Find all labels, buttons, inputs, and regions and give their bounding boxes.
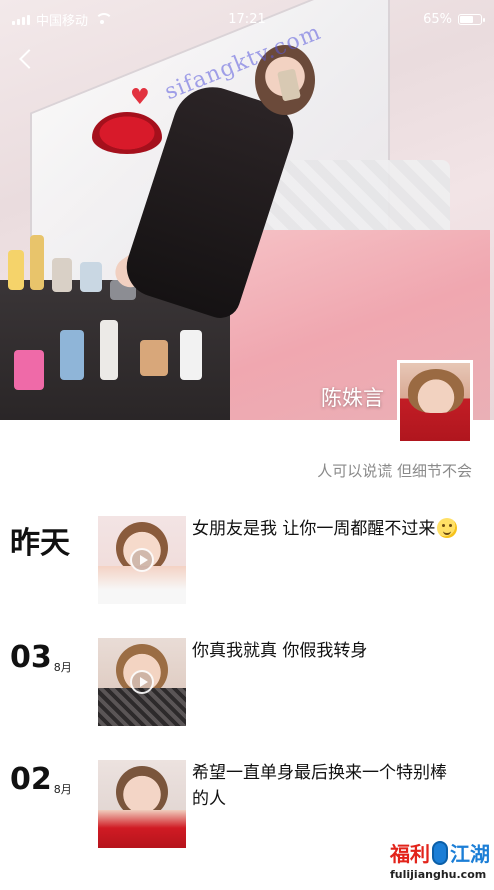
post-text: 你真我就真 你假我转身	[192, 641, 368, 661]
site-logo-domain: fulijianghu.com	[390, 868, 487, 881]
profile-signature: 人可以说谎 但细节不会	[317, 462, 472, 480]
battery-percent: 65%	[423, 11, 452, 27]
site-logo-mark: 福利 江湖	[390, 838, 490, 867]
thinking-emoji-icon	[437, 518, 458, 538]
post-date-label: 昨天	[10, 526, 70, 561]
moment-post[interactable]: 昨天 女朋友是我 让你一周都醒不过来	[0, 516, 494, 608]
signal-icon	[12, 13, 30, 25]
post-text: 希望一直单身最后换来一个特别棒的人	[192, 763, 447, 809]
cover-photo[interactable]: ♥ sifangktv.com	[0, 0, 494, 420]
back-icon[interactable]	[14, 48, 38, 72]
avatar-face-shape	[408, 369, 464, 413]
post-thumbnail[interactable]	[98, 638, 186, 726]
wifi-icon	[94, 13, 114, 25]
post-date: 02 8月	[10, 762, 72, 797]
site-logo-part2: 江湖	[450, 842, 490, 866]
lips-decor	[92, 112, 162, 154]
play-icon[interactable]	[130, 548, 154, 572]
status-bar: 中国移动 17:21 65%	[0, 0, 494, 38]
play-icon[interactable]	[130, 670, 154, 694]
site-logo: 福利 江湖 fulijianghu.com	[390, 838, 490, 886]
heart-decor: ♥	[130, 85, 150, 110]
post-text-content: 女朋友是我 让你一周都醒不过来	[192, 519, 436, 539]
avatar[interactable]	[397, 360, 473, 444]
post-thumbnail[interactable]	[98, 760, 186, 848]
post-date: 03 8月	[10, 640, 72, 675]
post-date-month: 8月	[53, 661, 72, 674]
mouse-icon	[432, 840, 448, 865]
battery-icon	[458, 13, 485, 25]
moment-post[interactable]: 03 8月 你真我就真 你假我转身	[0, 638, 494, 730]
battery-fill	[460, 15, 473, 23]
post-date-month: 8月	[53, 783, 72, 796]
post-date-day: 02	[10, 762, 52, 797]
site-logo-part1: 福利	[390, 842, 430, 866]
carrier-label: 中国移动	[36, 13, 89, 29]
status-right: 65%	[423, 11, 485, 27]
status-left: 中国移动	[12, 10, 114, 29]
post-date-day: 03	[10, 640, 52, 675]
post-text: 女朋友是我 让你一周都醒不过来	[192, 516, 462, 542]
profile-name: 陈姝言	[321, 386, 384, 410]
thumb-body-shape	[98, 810, 186, 848]
post-thumbnail[interactable]	[98, 516, 186, 604]
